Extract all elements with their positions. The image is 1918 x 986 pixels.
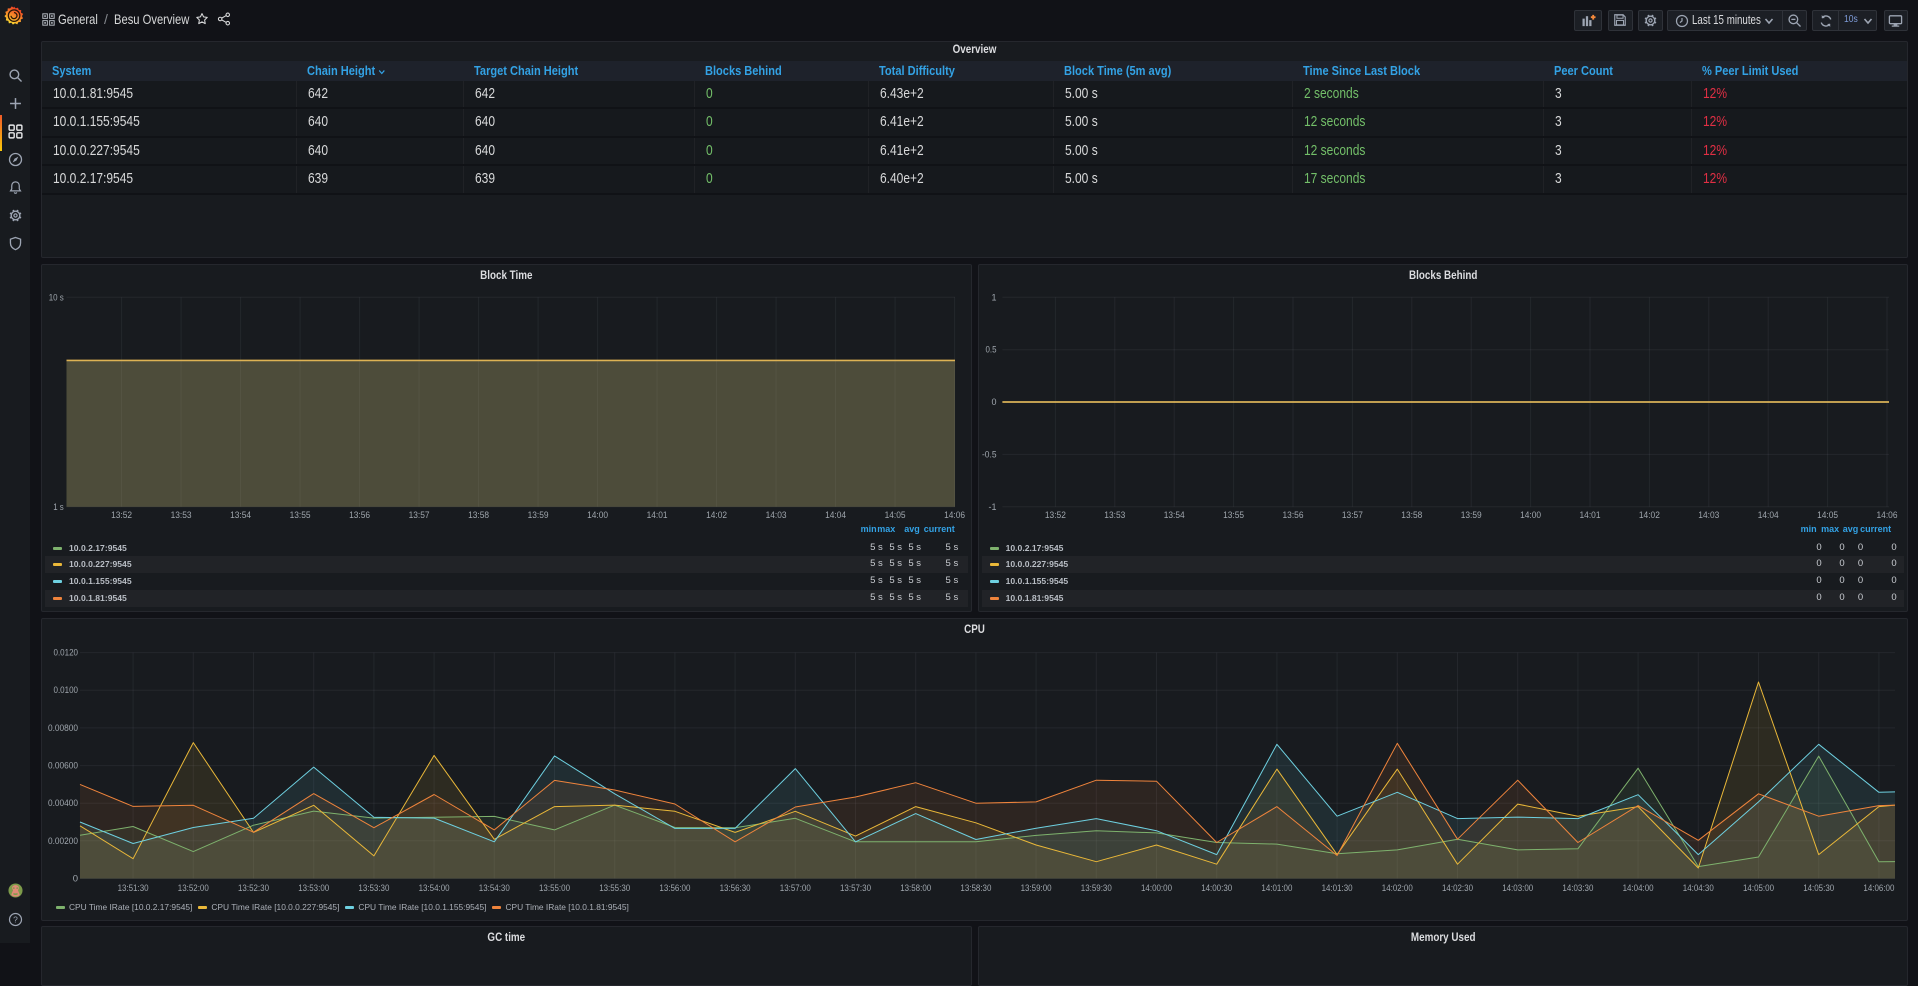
svg-text:13:59: 13:59 [528,510,549,521]
svg-text:14:03:00: 14:03:00 [1502,883,1533,894]
svg-text:1: 1 [991,292,996,302]
svg-text:14:06:00: 14:06:00 [1863,883,1894,894]
svg-text:14:01:30: 14:01:30 [1322,883,1353,894]
svg-text:13:57: 13:57 [409,510,430,521]
svg-text:13:59:30: 13:59:30 [1081,883,1112,894]
svg-text:0.00200: 0.00200 [48,836,78,847]
svg-text:14:02:30: 14:02:30 [1442,883,1473,894]
svg-text:14:04: 14:04 [1757,510,1778,521]
svg-text:14:00:00: 14:00:00 [1141,883,1172,894]
svg-text:13:54: 13:54 [1163,510,1184,521]
svg-text:14:00: 14:00 [1520,510,1541,521]
svg-text:13:54: 13:54 [230,510,251,521]
svg-text:14:01: 14:01 [1579,510,1600,521]
svg-text:14:06: 14:06 [944,510,965,521]
svg-text:14:05: 14:05 [1817,510,1838,521]
svg-text:14:05:30: 14:05:30 [1803,883,1834,894]
svg-text:13:53:30: 13:53:30 [358,883,389,894]
svg-text:14:01: 14:01 [647,510,668,521]
svg-text:13:55: 13:55 [1223,510,1244,521]
svg-text:13:57: 13:57 [1341,510,1362,521]
svg-text:13:58: 13:58 [468,510,489,521]
svg-text:13:53: 13:53 [171,510,192,521]
svg-text:14:03: 14:03 [766,510,787,521]
svg-text:14:02: 14:02 [706,510,727,521]
svg-text:13:56:30: 13:56:30 [720,883,751,894]
svg-text:13:55:30: 13:55:30 [599,883,630,894]
svg-text:13:59:00: 13:59:00 [1021,883,1052,894]
svg-text:14:06: 14:06 [1876,510,1897,521]
svg-text:13:56: 13:56 [1282,510,1303,521]
svg-text:14:04:00: 14:04:00 [1623,883,1654,894]
svg-text:13:53: 13:53 [1104,510,1125,521]
svg-text:0: 0 [73,874,78,885]
svg-text:13:58:00: 13:58:00 [900,883,931,894]
svg-text:14:02: 14:02 [1638,510,1659,521]
svg-text:14:03:30: 14:03:30 [1562,883,1593,894]
svg-text:13:52:00: 13:52:00 [178,883,209,894]
svg-text:-1: -1 [988,502,996,512]
svg-text:13:58: 13:58 [1401,510,1422,521]
svg-text:13:53:00: 13:53:00 [298,883,329,894]
svg-text:0.5: 0.5 [985,345,996,355]
svg-text:14:01:00: 14:01:00 [1261,883,1292,894]
svg-text:13:54:30: 13:54:30 [479,883,510,894]
svg-text:0.0120: 0.0120 [54,648,79,659]
svg-text:0: 0 [991,397,996,407]
svg-text:13:55:00: 13:55:00 [539,883,570,894]
svg-text:1 s: 1 s [53,502,64,512]
svg-text:14:03: 14:03 [1698,510,1719,521]
svg-text:0.00400: 0.00400 [48,798,78,809]
svg-text:13:59: 13:59 [1460,510,1481,521]
svg-text:13:57:30: 13:57:30 [840,883,871,894]
svg-text:?: ? [13,914,18,924]
svg-text:13:54:00: 13:54:00 [419,883,450,894]
svg-text:14:04:30: 14:04:30 [1683,883,1714,894]
svg-text:14:02:00: 14:02:00 [1382,883,1413,894]
svg-text:14:00: 14:00 [587,510,608,521]
svg-text:13:52: 13:52 [1044,510,1065,521]
svg-text:13:56: 13:56 [349,510,370,521]
svg-text:13:52:30: 13:52:30 [238,883,269,894]
svg-text:13:58:30: 13:58:30 [960,883,991,894]
svg-text:14:04: 14:04 [825,510,846,521]
svg-text:0.0100: 0.0100 [54,685,79,696]
svg-text:-0.5: -0.5 [982,449,997,459]
svg-text:14:05: 14:05 [885,510,906,521]
svg-text:14:05:00: 14:05:00 [1743,883,1774,894]
svg-text:13:52: 13:52 [111,510,132,521]
svg-text:10 s: 10 s [49,292,64,302]
svg-text:0.00800: 0.00800 [48,723,78,734]
svg-text:13:51:30: 13:51:30 [118,883,149,894]
svg-text:14:00:30: 14:00:30 [1201,883,1232,894]
svg-text:0.00600: 0.00600 [48,761,78,772]
svg-text:13:55: 13:55 [290,510,311,521]
svg-text:13:56:00: 13:56:00 [659,883,690,894]
svg-text:13:57:00: 13:57:00 [780,883,811,894]
